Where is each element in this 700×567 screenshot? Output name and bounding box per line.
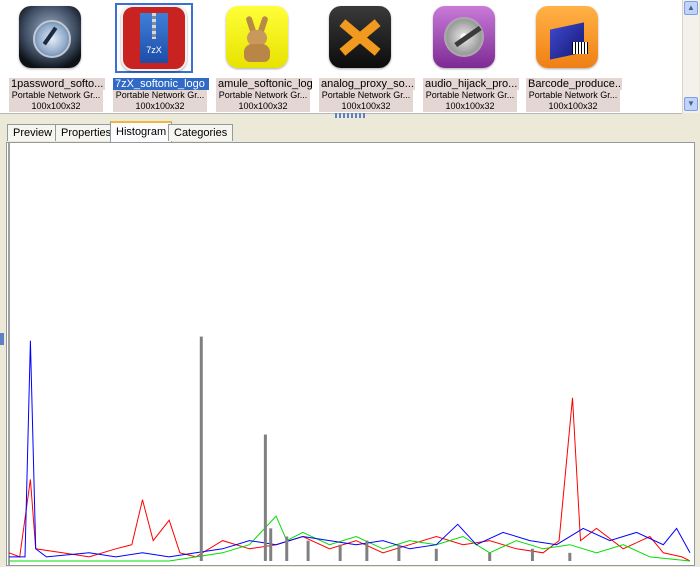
thumbnail-filetype: Portable Network Gr...: [113, 90, 207, 101]
histogram-series-line: [9, 515, 691, 562]
histogram-bar: [488, 552, 492, 561]
thumbnail-dimensions: 100x100x32: [113, 101, 207, 112]
histogram-bar: [365, 540, 369, 561]
thumbnail-item[interactable]: Barcode_produce... Portable Network Gr..…: [517, 0, 622, 113]
thumbnail-item[interactable]: 7zX 7zX_softonic_logo Portable Network G…: [104, 0, 209, 113]
thumbnail-dimensions: 100x100x32: [319, 101, 413, 112]
tab-histogram[interactable]: Histogram: [110, 121, 173, 142]
thumbnail-item[interactable]: 1password_softo... Portable Network Gr..…: [0, 0, 105, 113]
thumbnail-dimensions: 100x100x32: [9, 101, 103, 112]
zip-label: 7zX: [146, 45, 162, 55]
histogram-bar: [306, 540, 310, 561]
thumbnail-filename: audio_hijack_pro...: [423, 78, 519, 90]
thumbnail-filename: analog_proxy_so...: [319, 78, 415, 90]
thumbnail-frame[interactable]: 7zX: [115, 3, 193, 73]
thumbnail-frame[interactable]: [323, 4, 397, 70]
scroll-up-button[interactable]: ▲: [684, 1, 698, 15]
thumbnail-dimensions: 100x100x32: [216, 101, 310, 112]
lock-icon: [19, 6, 81, 68]
thumbnail-item[interactable]: amule_softonic_logo Portable Network Gr.…: [207, 0, 312, 113]
histogram-bar: [199, 336, 203, 561]
histogram-bar: [285, 536, 289, 561]
mule-mascot-icon: [226, 6, 288, 68]
audio-disc-icon: [433, 6, 495, 68]
histogram-series-line: [9, 340, 691, 558]
thumbnail-frame[interactable]: [13, 4, 87, 70]
thumbnail-frame[interactable]: [427, 4, 501, 70]
thumbnail-item[interactable]: analog_proxy_so... Portable Network Gr..…: [310, 0, 415, 113]
thumbnail-filename: 7zX_softonic_logo: [113, 78, 209, 90]
splitter-grip[interactable]: [335, 113, 365, 118]
thumbnail-strip: 1password_softo... Portable Network Gr..…: [0, 0, 682, 114]
barcode-box-icon: [536, 6, 598, 68]
histogram-bar: [338, 544, 342, 561]
histogram-bar: [397, 544, 401, 561]
thumbnail-filetype: Portable Network Gr...: [216, 90, 310, 101]
thumbnail-frame[interactable]: [530, 4, 604, 70]
thumbnail-filename: Barcode_produce...: [526, 78, 622, 90]
histogram-bar: [530, 548, 534, 561]
thumbnail-filetype: Portable Network Gr...: [526, 90, 620, 101]
histogram-bar: [434, 548, 438, 561]
tab-categories[interactable]: Categories: [168, 124, 234, 141]
thumbnail-filename: amule_softonic_logo: [216, 78, 312, 90]
thumbnail-dimensions: 100x100x32: [423, 101, 517, 112]
thumbnail-filetype: Portable Network Gr...: [319, 90, 413, 101]
scroll-down-button[interactable]: ▼: [684, 97, 698, 111]
histogram-bar: [263, 434, 267, 561]
zip-archive-icon: 7zX: [121, 5, 187, 71]
thumbnail-filename: 1password_softo...: [9, 78, 105, 90]
histogram-bar: [269, 528, 273, 561]
thumbnail-item[interactable]: audio_hijack_pro... Portable Network Gr.…: [414, 0, 519, 113]
thumbnail-filetype: Portable Network Gr...: [423, 90, 517, 101]
histogram-series-line: [8, 397, 691, 562]
tab-properties[interactable]: Properties: [55, 124, 118, 141]
x-logo-icon: [329, 6, 391, 68]
tab-preview[interactable]: Preview: [7, 124, 59, 141]
thumbnail-dimensions: 100x100x32: [526, 101, 620, 112]
histogram-bar: [568, 552, 572, 561]
thumbnail-scrollbar[interactable]: ▲ ▼: [682, 0, 699, 113]
tab-bar: Preview Properties Histogram Categories: [0, 120, 700, 142]
thumbnail-frame[interactable]: [220, 4, 294, 70]
histogram-panel: [6, 142, 695, 566]
histogram-chart: [8, 143, 691, 565]
panel-resize-handle[interactable]: [0, 333, 4, 345]
thumbnail-filetype: Portable Network Gr...: [9, 90, 103, 101]
